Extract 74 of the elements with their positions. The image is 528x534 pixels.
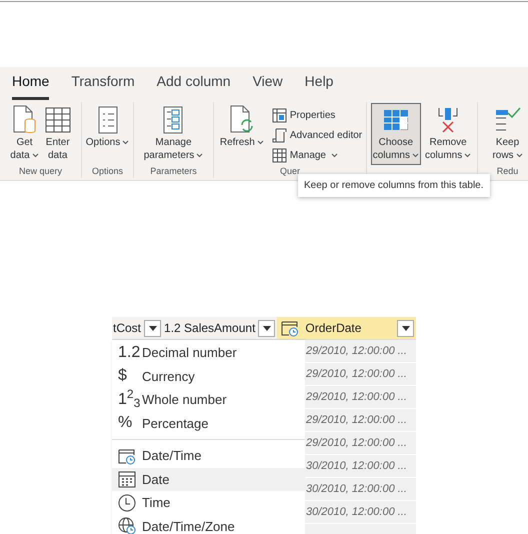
table-cell: 29/2010, 12:00:00 ...: [305, 386, 416, 409]
ribbon-tab[interactable]: Help: [304, 71, 334, 100]
table-cell: 29/2010, 12:00:00 ...: [305, 409, 416, 432]
table-icon: [44, 107, 71, 133]
caret-icon: [262, 326, 271, 330]
menu-item[interactable]: Date: [112, 468, 305, 491]
ribbon-small-button[interactable]: Manage: [272, 146, 362, 164]
menu-item[interactable]: % Percentage: [112, 412, 305, 435]
table-cell: 30/2010, 12:00:00 ...: [305, 478, 416, 501]
menu-item-label: Time: [142, 494, 170, 512]
table-cell: 30/2010, 12:00:00 ...: [305, 501, 416, 524]
calendar-icon: [118, 470, 136, 488]
table-cell: 30/2010, 12:00:00 ...: [305, 455, 416, 478]
ribbon-small-button[interactable]: Advanced editor: [272, 126, 362, 144]
caret-icon: [148, 326, 157, 330]
scroll-icon: [272, 128, 287, 142]
menu-item-label: Percentage: [142, 414, 208, 433]
table-cell: 29/2010, 12:00:00 ...: [305, 432, 416, 455]
caret-icon: [402, 326, 410, 330]
type-symbol: %: [118, 415, 134, 432]
list-icon: [98, 106, 118, 134]
column-dropdown[interactable]: [258, 320, 276, 336]
menu-item-label: Whole number: [142, 391, 227, 409]
menu-item[interactable]: 1.2 Decimal number: [112, 341, 305, 364]
table-icon: [272, 148, 287, 162]
document-database-icon: [12, 105, 38, 135]
calendar-clock-icon: [281, 319, 300, 337]
document-refresh-icon: [228, 105, 255, 135]
group-label: Parameters: [149, 165, 198, 178]
ribbon-button[interactable]: Manage parameters: [142, 103, 206, 165]
type-symbol: $: [118, 368, 128, 384]
columns-grid-icon: [382, 109, 409, 131]
ribbon-button[interactable]: Remove columns: [423, 103, 474, 165]
menu-item[interactable]: $ Currency: [112, 364, 305, 388]
calendar-clock-icon: [118, 446, 136, 465]
header-label: 1.2 SalesAmount: [164, 320, 256, 337]
type-symbol: 1.2: [118, 344, 142, 361]
column-dropdown[interactable]: [397, 320, 414, 336]
remove-column-icon: [436, 106, 460, 134]
ribbon-tab[interactable]: Transform: [71, 71, 135, 100]
ribbon-button[interactable]: Options: [84, 103, 132, 165]
column-dropdown[interactable]: [144, 320, 162, 336]
column-header[interactable]: OrderDate: [277, 317, 416, 339]
group-label: Redu: [496, 165, 520, 178]
header-label: tCost: [113, 320, 142, 337]
clock-icon: [118, 494, 136, 512]
ribbon-small-button[interactable]: Properties: [272, 106, 362, 124]
table-cell: 29/2010, 12:00:00 ...: [305, 363, 416, 386]
column-header[interactable]: 1.2 SalesAmount: [163, 317, 278, 339]
menu-item-label: Date: [142, 470, 170, 488]
menu-item-label: Date/Time/Zone: [142, 518, 235, 534]
ribbon-tab[interactable]: Home: [12, 71, 50, 100]
tooltip: Keep or remove columns from this table.: [298, 174, 490, 197]
menu-item[interactable]: Date/Time/Zone: [112, 514, 305, 534]
ribbon-tab[interactable]: Add column: [156, 71, 231, 100]
menu-item[interactable]: Time: [112, 491, 305, 514]
group-label: Options: [90, 165, 124, 178]
parameters-icon: [163, 106, 184, 134]
ribbon-button[interactable]: Refresh: [218, 103, 266, 165]
ribbon-button[interactable]: Enter data: [42, 103, 73, 165]
ribbon-button[interactable]: Choose columns: [370, 103, 421, 165]
menu-item-label: Decimal number: [142, 344, 237, 362]
ribbon-button[interactable]: Get data: [8, 103, 41, 165]
header-label: OrderDate: [305, 320, 362, 337]
ribbon-tab[interactable]: View: [252, 71, 283, 100]
menu-item-label: Currency: [142, 368, 195, 386]
table-cell: 29/2010, 12:00:00 ...: [305, 340, 416, 363]
group-label: Quer: [278, 165, 301, 178]
menu-item-label: Date/Time: [142, 447, 202, 465]
ribbon-button[interactable]: Keep rows: [490, 103, 525, 165]
properties-icon: [272, 108, 287, 122]
menu-item[interactable]: Date/Time: [112, 444, 305, 468]
group-label: New query: [18, 165, 64, 178]
column-header[interactable]: tCost: [112, 317, 164, 339]
